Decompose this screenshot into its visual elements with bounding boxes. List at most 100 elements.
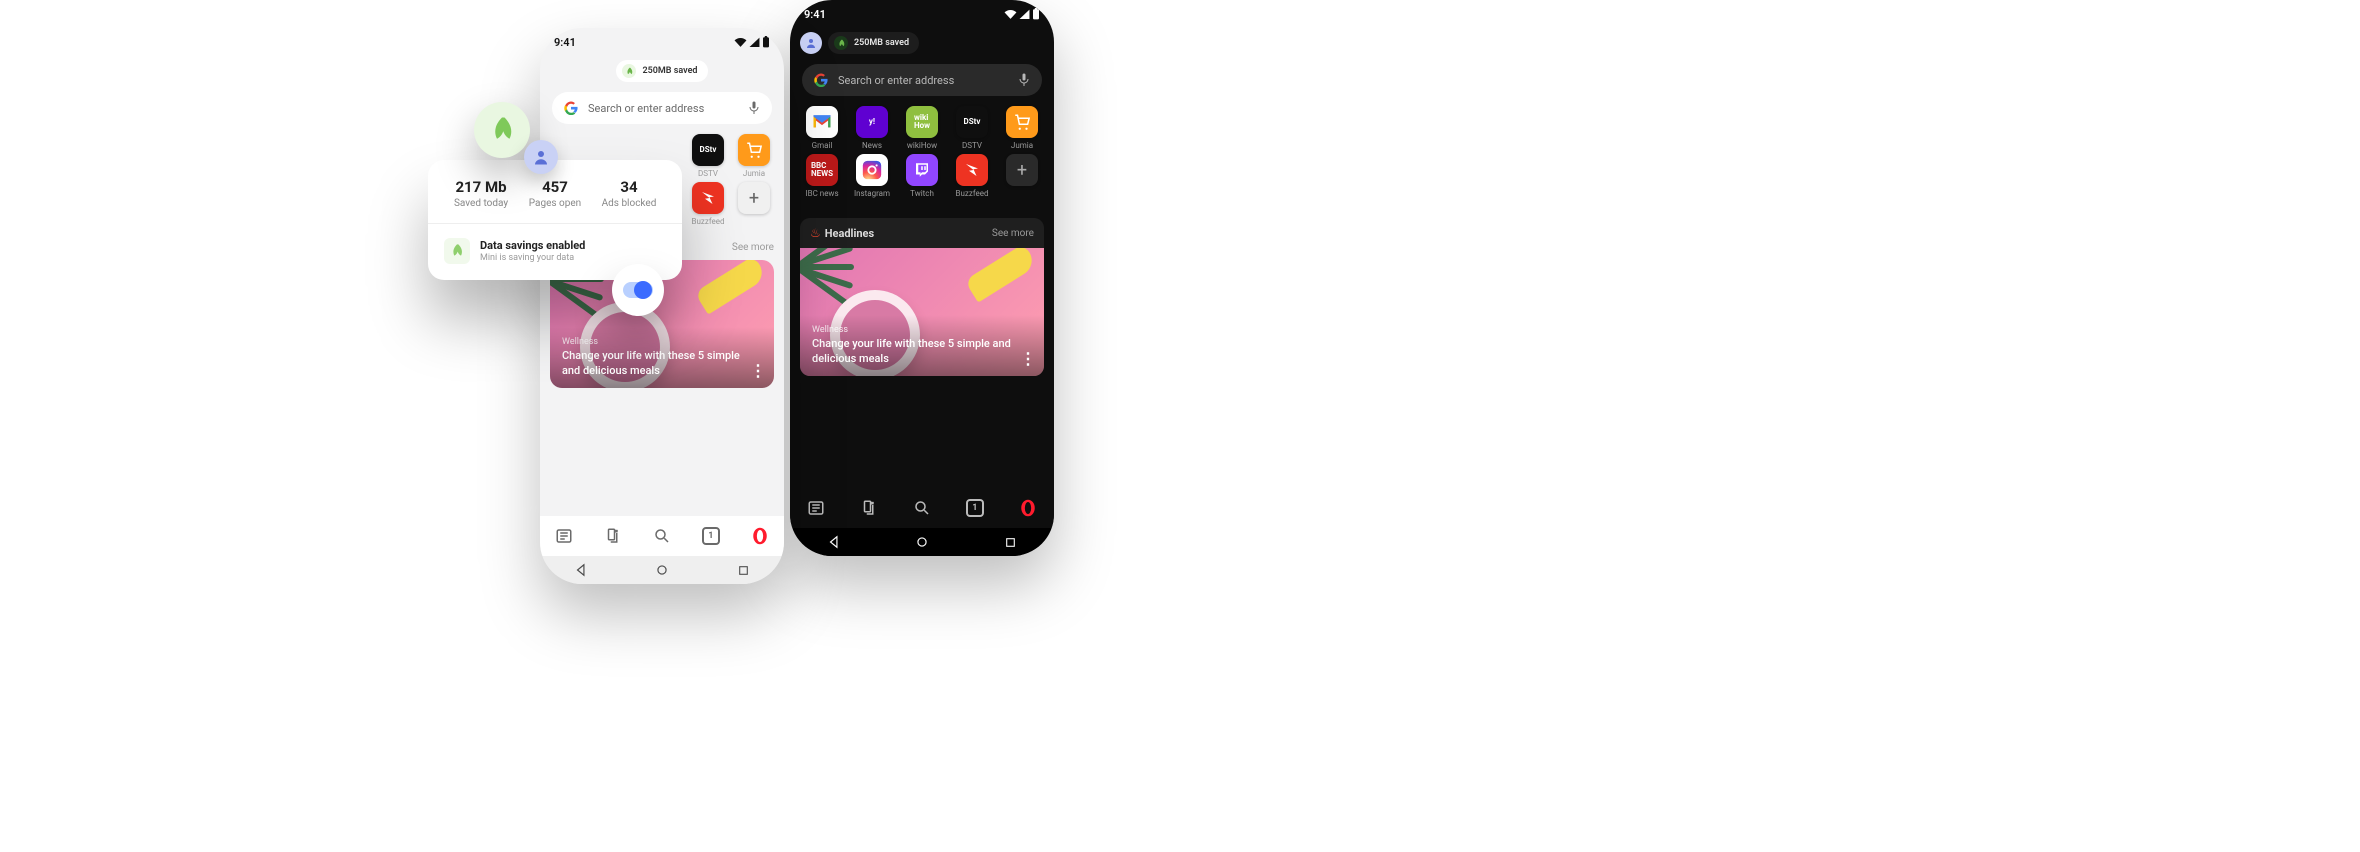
- switch-icon: [623, 282, 653, 298]
- search-bar[interactable]: Search or enter address: [552, 92, 772, 124]
- speed-dial-label: Buzzfeed: [955, 189, 988, 198]
- google-icon: [814, 73, 828, 87]
- speed-dial-tile: BBC NEWS: [806, 154, 838, 186]
- headlines-title: Headlines: [825, 227, 874, 240]
- article-category: Wellness: [562, 337, 744, 347]
- speed-dial-tile: [906, 154, 938, 186]
- speed-dial-item[interactable]: Buzzfeed: [688, 182, 728, 226]
- leaf-icon: [487, 115, 517, 145]
- statusbar: 9:41: [790, 0, 1054, 28]
- stat-ads-blocked: 34 Ads blocked: [592, 178, 666, 209]
- leaf-icon: [837, 39, 846, 48]
- phone-dark: 9:41 250MB saved Search or enter address…: [790, 0, 1054, 556]
- offline-icon[interactable]: [604, 527, 622, 545]
- user-icon: [532, 148, 550, 166]
- speed-dial-label: Jumia: [1011, 141, 1033, 150]
- phone-light: 9:41 250MB saved Search or enter address…: [540, 28, 784, 584]
- see-more-link[interactable]: See more: [732, 242, 774, 253]
- search-icon[interactable]: [913, 499, 931, 517]
- speed-dial-label: Twitch: [910, 189, 934, 198]
- recents-icon[interactable]: [737, 564, 750, 577]
- add-speed-dial[interactable]: +: [734, 182, 774, 226]
- news-icon[interactable]: [807, 499, 825, 517]
- leaf-icon: [625, 67, 634, 76]
- mic-icon[interactable]: [748, 101, 760, 115]
- speed-dial-tile: wiki How: [906, 106, 938, 138]
- home-icon[interactable]: [915, 535, 929, 549]
- statusbar: 9:41: [540, 28, 784, 56]
- back-icon[interactable]: [827, 535, 841, 549]
- speed-dial-label: IBC news: [805, 189, 838, 198]
- article-menu-icon[interactable]: ⋮: [750, 361, 766, 380]
- signal-icon: [749, 37, 760, 47]
- speed-dial-item[interactable]: Twitch: [900, 154, 944, 198]
- speed-dial-item[interactable]: Jumia: [1000, 106, 1044, 150]
- data-saved-pill[interactable]: 250MB saved: [616, 60, 707, 82]
- speed-dial-item[interactable]: DStvDSTV: [950, 106, 994, 150]
- user-icon: [805, 37, 817, 49]
- data-saved-pill[interactable]: 250MB saved: [828, 32, 919, 54]
- stat-label: Saved today: [444, 198, 518, 209]
- article-category: Wellness: [812, 325, 1014, 335]
- offline-icon[interactable]: [860, 499, 878, 517]
- article-card[interactable]: Wellness Change your life with these 5 s…: [800, 248, 1044, 376]
- profile-badge[interactable]: [524, 140, 558, 174]
- speed-dial-item[interactable]: DStv DSTV: [688, 134, 728, 178]
- speed-dial-label: Jumia: [743, 169, 765, 178]
- opera-icon[interactable]: [1019, 499, 1037, 517]
- speed-dial-tile: [956, 154, 988, 186]
- search-bar[interactable]: Search or enter address: [802, 64, 1042, 96]
- speed-dial-tile: [806, 106, 838, 138]
- tab-count: 1: [702, 527, 720, 545]
- plus-icon: +: [738, 182, 770, 214]
- add-speed-dial[interactable]: +: [1000, 154, 1044, 198]
- opera-icon[interactable]: [751, 527, 769, 545]
- speed-dial-label: DSTV: [698, 169, 718, 178]
- news-icon[interactable]: [555, 527, 573, 545]
- battery-icon: [1032, 8, 1040, 20]
- speed-dial-item[interactable]: Jumia: [734, 134, 774, 178]
- browser-toolbar: 1: [540, 516, 784, 556]
- speed-dial-tile: DStv: [692, 134, 724, 166]
- speed-dial-tile: [1006, 106, 1038, 138]
- data-savings-switch[interactable]: [612, 264, 664, 316]
- avatar[interactable]: [800, 32, 822, 54]
- see-more-link[interactable]: See more: [992, 228, 1034, 239]
- mic-icon[interactable]: [1018, 73, 1030, 87]
- data-savings-badge[interactable]: [474, 102, 530, 158]
- data-savings-toggle-row: Data savings enabled Mini is saving your…: [444, 238, 666, 264]
- speed-dial-label: News: [862, 141, 882, 150]
- speed-dial-item[interactable]: y!News: [850, 106, 894, 150]
- speed-dial-label: Gmail: [812, 141, 833, 150]
- speed-dial-item[interactable]: BBC NEWS IBC news: [800, 154, 844, 198]
- status-time: 9:41: [554, 36, 576, 49]
- back-icon[interactable]: [574, 563, 588, 577]
- speed-dial-label: Buzzfeed: [691, 217, 724, 226]
- speed-dial-label: wikiHow: [907, 141, 937, 150]
- saved-pill-label: 250MB saved: [642, 66, 697, 76]
- search-icon[interactable]: [653, 527, 671, 545]
- speed-dial-item[interactable]: wiki How wikiHow: [900, 106, 944, 150]
- speed-dial-item[interactable]: Instagram: [850, 154, 894, 198]
- toggle-title: Data savings enabled: [480, 239, 585, 252]
- speed-dial-item[interactable]: Buzzfeed: [950, 154, 994, 198]
- recents-icon[interactable]: [1004, 536, 1017, 549]
- stat-label: Pages open: [518, 198, 592, 209]
- stat-pages-open: 457 Pages open: [518, 178, 592, 209]
- saved-pill-label: 250MB saved: [854, 38, 909, 48]
- home-icon[interactable]: [655, 563, 669, 577]
- chip-row: 250MB saved: [790, 28, 1054, 58]
- battery-icon: [762, 36, 770, 48]
- headlines-header: ♨ Headlines See more: [800, 218, 1044, 248]
- signal-icon: [1019, 9, 1030, 19]
- article-menu-icon[interactable]: ⋮: [1020, 349, 1036, 368]
- tabs-icon[interactable]: 1: [966, 499, 984, 517]
- tabs-icon[interactable]: 1: [702, 527, 720, 545]
- data-savings-popover: 217 Mb Saved today 457 Pages open 34 Ads…: [428, 160, 682, 280]
- speed-dial-item[interactable]: Gmail: [800, 106, 844, 150]
- leaf-icon: [444, 238, 470, 264]
- article-title: Change your life with these 5 simple and…: [812, 337, 1014, 366]
- fire-icon: ♨: [810, 226, 821, 240]
- speed-dial: Gmail y!News wiki How wikiHow DStvDSTV Jumia B…: [790, 106, 1054, 198]
- android-navbar: [790, 528, 1054, 556]
